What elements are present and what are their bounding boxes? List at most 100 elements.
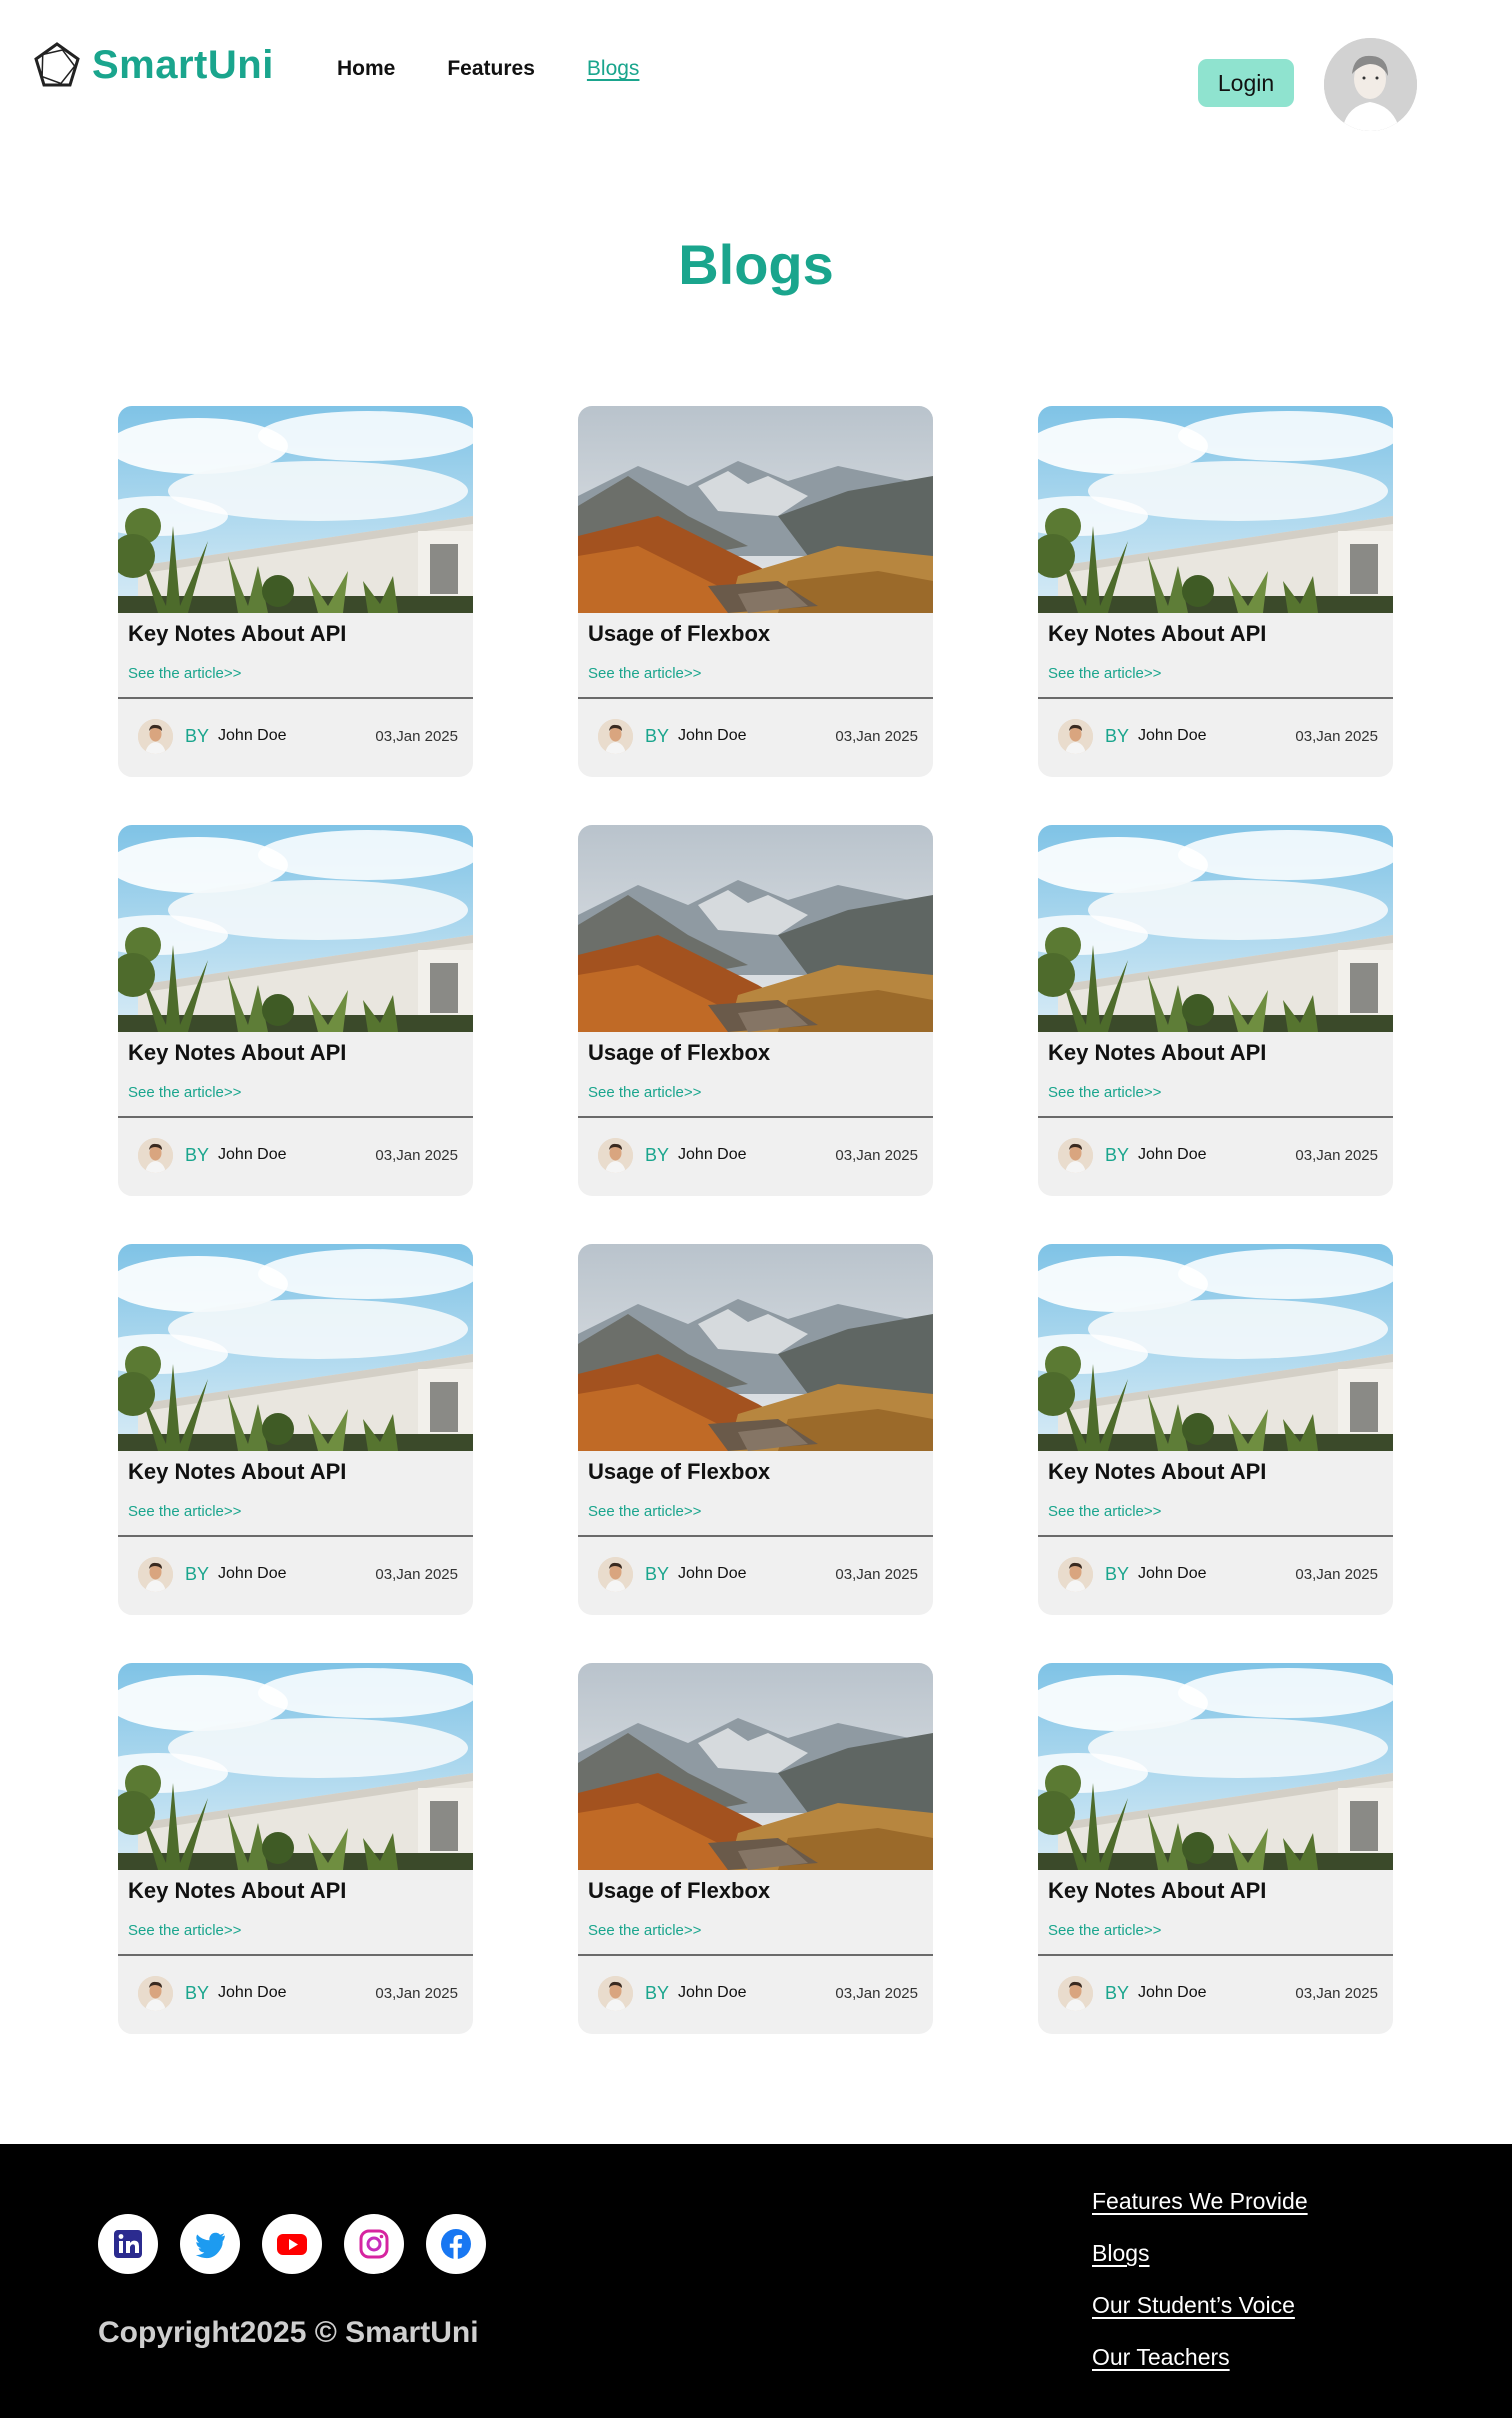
mountain-valley-image <box>578 825 933 1032</box>
twitter-icon <box>195 2232 225 2259</box>
author-name: John Doe <box>218 1146 287 1163</box>
author-name: John Doe <box>678 727 747 744</box>
blog-card[interactable]: Key Notes About API See the article>> BY… <box>118 1663 473 2034</box>
see-article-link[interactable]: See the article>> <box>1048 1503 1161 1520</box>
footer-link-student-voice[interactable]: Our Student’s Voice <box>1092 2290 1308 2320</box>
card-divider <box>118 1116 473 1118</box>
pentagon-logo-icon <box>34 42 80 87</box>
author-avatar <box>598 1975 633 2011</box>
by-label: BY <box>1105 1144 1130 1165</box>
by-label: BY <box>645 725 670 746</box>
author-name: John Doe <box>1138 1984 1207 2001</box>
card-divider <box>1038 697 1393 699</box>
blog-card[interactable]: Key Notes About API See the article>> BY… <box>1038 825 1393 1196</box>
site-header: SmartUni Home Features Blogs Login <box>0 0 1512 150</box>
author-name: John Doe <box>218 1565 287 1582</box>
card-divider <box>1038 1954 1393 1956</box>
author-avatar <box>1058 1137 1093 1173</box>
author-name: John Doe <box>218 727 287 744</box>
see-article-link[interactable]: See the article>> <box>1048 1084 1161 1101</box>
building-with-plants-image <box>1038 406 1393 613</box>
card-title: Key Notes About API <box>128 1459 347 1484</box>
author-avatar <box>138 1137 173 1173</box>
author-name: John Doe <box>218 1984 287 2001</box>
card-divider <box>578 1954 933 1956</box>
mountain-valley-image <box>578 1244 933 1451</box>
twitter-button[interactable] <box>180 2214 240 2274</box>
building-with-plants-image <box>118 406 473 613</box>
building-with-plants-image <box>118 1244 473 1451</box>
blog-card[interactable]: Usage of Flexbox See the article>> BY Jo… <box>578 825 933 1196</box>
see-article-link[interactable]: See the article>> <box>588 1503 701 1520</box>
card-footer: BY John Doe 03,Jan 2025 <box>138 1136 458 1174</box>
blog-card[interactable]: Key Notes About API See the article>> BY… <box>1038 1244 1393 1615</box>
see-article-link[interactable]: See the article>> <box>128 665 241 682</box>
nav-home[interactable]: Home <box>337 57 395 81</box>
post-date: 03,Jan 2025 <box>375 1146 458 1164</box>
instagram-button[interactable] <box>344 2214 404 2274</box>
nav-features[interactable]: Features <box>447 57 535 81</box>
see-article-link[interactable]: See the article>> <box>588 1084 701 1101</box>
see-article-link[interactable]: See the article>> <box>588 665 701 682</box>
linkedin-icon <box>114 2230 142 2258</box>
building-with-plants-image <box>1038 825 1393 1032</box>
card-footer: BY John Doe 03,Jan 2025 <box>1058 1136 1378 1174</box>
footer-link-features[interactable]: Features We Provide <box>1092 2186 1308 2216</box>
social-links <box>98 2214 486 2274</box>
footer-link-teachers[interactable]: Our Teachers <box>1092 2342 1308 2372</box>
blog-card[interactable]: Usage of Flexbox See the article>> BY Jo… <box>578 406 933 777</box>
logo[interactable]: SmartUni <box>32 40 274 90</box>
linkedin-button[interactable] <box>98 2214 158 2274</box>
card-footer: BY John Doe 03,Jan 2025 <box>138 717 458 755</box>
blog-card[interactable]: Key Notes About API See the article>> BY… <box>118 1244 473 1615</box>
card-footer: BY John Doe 03,Jan 2025 <box>138 1974 458 2012</box>
nav-blogs[interactable]: Blogs <box>587 57 640 81</box>
card-footer: BY John Doe 03,Jan 2025 <box>1058 1974 1378 2012</box>
post-date: 03,Jan 2025 <box>1295 1984 1378 2002</box>
see-article-link[interactable]: See the article>> <box>128 1503 241 1520</box>
see-article-link[interactable]: See the article>> <box>1048 1922 1161 1939</box>
see-article-link[interactable]: See the article>> <box>128 1922 241 1939</box>
blog-card[interactable]: Key Notes About API See the article>> BY… <box>1038 1663 1393 2034</box>
author-avatar <box>1058 1975 1093 2011</box>
card-title: Key Notes About API <box>1048 1040 1267 1065</box>
by-label: BY <box>185 725 210 746</box>
post-date: 03,Jan 2025 <box>375 1984 458 2002</box>
post-date: 03,Jan 2025 <box>1295 1146 1378 1164</box>
mountain-valley-image <box>578 1663 933 1870</box>
by-label: BY <box>645 1144 670 1165</box>
card-footer: BY John Doe 03,Jan 2025 <box>598 1974 918 2012</box>
by-label: BY <box>185 1563 210 1584</box>
card-title: Key Notes About API <box>1048 621 1267 646</box>
card-title: Usage of Flexbox <box>588 1878 771 1903</box>
card-title: Usage of Flexbox <box>588 621 771 646</box>
author-avatar <box>138 1556 173 1592</box>
copyright-text: Copyright2025 © SmartUni <box>98 2316 479 2349</box>
youtube-button[interactable] <box>262 2214 322 2274</box>
user-avatar[interactable] <box>1324 38 1417 131</box>
footer-links: Features We Provide Blogs Our Student’s … <box>1092 2186 1308 2372</box>
blog-card[interactable]: Usage of Flexbox See the article>> BY Jo… <box>578 1244 933 1615</box>
footer-link-blogs[interactable]: Blogs <box>1092 2238 1308 2268</box>
blog-card[interactable]: Key Notes About API See the article>> BY… <box>118 406 473 777</box>
post-date: 03,Jan 2025 <box>375 1565 458 1583</box>
blog-card[interactable]: Key Notes About API See the article>> BY… <box>118 825 473 1196</box>
author-avatar <box>598 1137 633 1173</box>
login-button[interactable]: Login <box>1198 59 1294 107</box>
by-label: BY <box>645 1563 670 1584</box>
by-label: BY <box>1105 725 1130 746</box>
card-divider <box>118 1954 473 1956</box>
card-title: Key Notes About API <box>128 1040 347 1065</box>
instagram-icon <box>359 2229 389 2259</box>
author-name: John Doe <box>1138 727 1207 744</box>
blog-card[interactable]: Usage of Flexbox See the article>> BY Jo… <box>578 1663 933 2034</box>
post-date: 03,Jan 2025 <box>835 1565 918 1583</box>
by-label: BY <box>1105 1563 1130 1584</box>
facebook-button[interactable] <box>426 2214 486 2274</box>
see-article-link[interactable]: See the article>> <box>128 1084 241 1101</box>
youtube-icon <box>277 2234 307 2255</box>
see-article-link[interactable]: See the article>> <box>588 1922 701 1939</box>
see-article-link[interactable]: See the article>> <box>1048 665 1161 682</box>
blog-card[interactable]: Key Notes About API See the article>> BY… <box>1038 406 1393 777</box>
building-with-plants-image <box>118 825 473 1032</box>
